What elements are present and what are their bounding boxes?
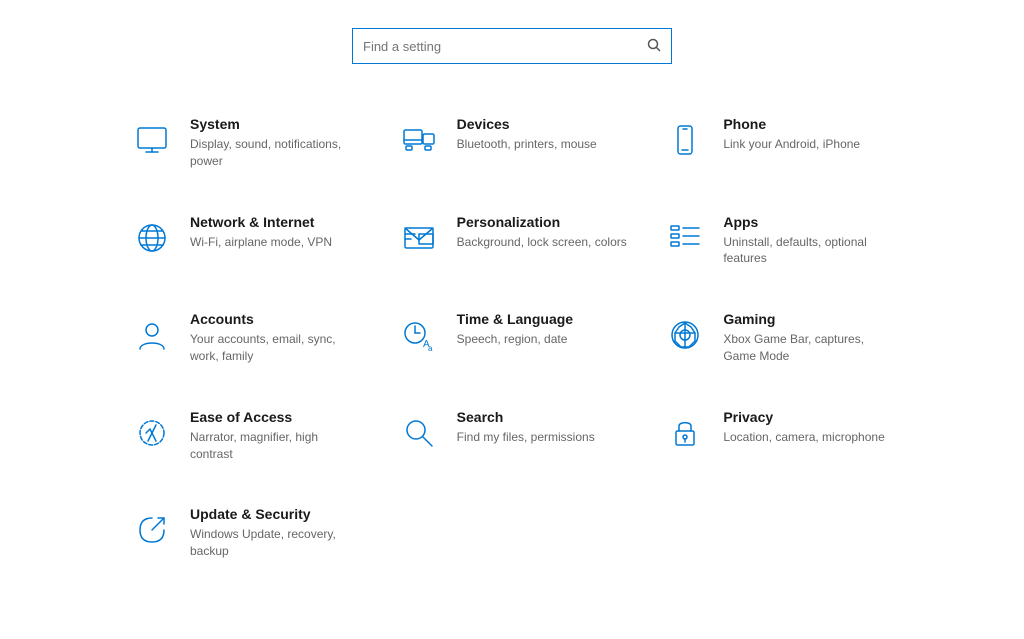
setting-item-gaming[interactable]: Gaming Xbox Game Bar, captures, Game Mod… bbox=[645, 291, 912, 389]
setting-item-privacy[interactable]: Privacy Location, camera, microphone bbox=[645, 389, 912, 487]
network-icon bbox=[128, 214, 176, 262]
search-setting-icon bbox=[395, 409, 443, 457]
search-bar-container bbox=[0, 0, 1024, 96]
setting-title-phone: Phone bbox=[723, 116, 860, 132]
apps-icon bbox=[661, 214, 709, 262]
search-bar[interactable] bbox=[352, 28, 672, 64]
search-icon bbox=[647, 38, 661, 55]
setting-desc-apps: Uninstall, defaults, optional features bbox=[723, 234, 896, 268]
setting-text-search: Search Find my files, permissions bbox=[457, 409, 595, 446]
setting-desc-system: Display, sound, notifications, power bbox=[190, 136, 363, 170]
setting-text-phone: Phone Link your Android, iPhone bbox=[723, 116, 860, 153]
setting-title-network: Network & Internet bbox=[190, 214, 332, 230]
setting-title-apps: Apps bbox=[723, 214, 896, 230]
setting-desc-devices: Bluetooth, printers, mouse bbox=[457, 136, 597, 153]
setting-item-system[interactable]: System Display, sound, notifications, po… bbox=[112, 96, 379, 194]
setting-text-ease-of-access: Ease of Access Narrator, magnifier, high… bbox=[190, 409, 363, 463]
system-icon bbox=[128, 116, 176, 164]
ease-of-access-icon bbox=[128, 409, 176, 457]
setting-text-system: System Display, sound, notifications, po… bbox=[190, 116, 363, 170]
setting-desc-personalization: Background, lock screen, colors bbox=[457, 234, 627, 251]
setting-item-network[interactable]: Network & Internet Wi-Fi, airplane mode,… bbox=[112, 194, 379, 292]
setting-text-privacy: Privacy Location, camera, microphone bbox=[723, 409, 884, 446]
setting-item-apps[interactable]: Apps Uninstall, defaults, optional featu… bbox=[645, 194, 912, 292]
setting-title-accounts: Accounts bbox=[190, 311, 363, 327]
setting-text-accounts: Accounts Your accounts, email, sync, wor… bbox=[190, 311, 363, 365]
setting-desc-search: Find my files, permissions bbox=[457, 429, 595, 446]
setting-title-ease-of-access: Ease of Access bbox=[190, 409, 363, 425]
setting-title-system: System bbox=[190, 116, 363, 132]
privacy-icon bbox=[661, 409, 709, 457]
setting-text-devices: Devices Bluetooth, printers, mouse bbox=[457, 116, 597, 153]
setting-desc-update-security: Windows Update, recovery, backup bbox=[190, 526, 363, 560]
setting-title-devices: Devices bbox=[457, 116, 597, 132]
setting-text-personalization: Personalization Background, lock screen,… bbox=[457, 214, 627, 251]
settings-grid: System Display, sound, notifications, po… bbox=[32, 96, 992, 584]
setting-item-update-security[interactable]: Update & Security Windows Update, recove… bbox=[112, 486, 379, 584]
update-security-icon bbox=[128, 506, 176, 554]
setting-text-time-language: Time & Language Speech, region, date bbox=[457, 311, 573, 348]
time-language-icon: A a bbox=[395, 311, 443, 359]
setting-desc-accounts: Your accounts, email, sync, work, family bbox=[190, 331, 363, 365]
setting-title-time-language: Time & Language bbox=[457, 311, 573, 327]
setting-title-personalization: Personalization bbox=[457, 214, 627, 230]
setting-item-ease-of-access[interactable]: Ease of Access Narrator, magnifier, high… bbox=[112, 389, 379, 487]
setting-title-gaming: Gaming bbox=[723, 311, 896, 327]
setting-item-accounts[interactable]: Accounts Your accounts, email, sync, wor… bbox=[112, 291, 379, 389]
setting-desc-privacy: Location, camera, microphone bbox=[723, 429, 884, 446]
setting-desc-phone: Link your Android, iPhone bbox=[723, 136, 860, 153]
setting-desc-gaming: Xbox Game Bar, captures, Game Mode bbox=[723, 331, 896, 365]
setting-desc-time-language: Speech, region, date bbox=[457, 331, 573, 348]
gaming-icon bbox=[661, 311, 709, 359]
devices-icon bbox=[395, 116, 443, 164]
setting-item-time-language[interactable]: A a Time & Language Speech, region, date bbox=[379, 291, 646, 389]
personalization-icon bbox=[395, 214, 443, 262]
setting-text-network: Network & Internet Wi-Fi, airplane mode,… bbox=[190, 214, 332, 251]
setting-text-gaming: Gaming Xbox Game Bar, captures, Game Mod… bbox=[723, 311, 896, 365]
setting-item-devices[interactable]: Devices Bluetooth, printers, mouse bbox=[379, 96, 646, 194]
setting-text-apps: Apps Uninstall, defaults, optional featu… bbox=[723, 214, 896, 268]
search-input[interactable] bbox=[363, 39, 647, 54]
setting-text-update-security: Update & Security Windows Update, recove… bbox=[190, 506, 363, 560]
phone-icon bbox=[661, 116, 709, 164]
setting-title-update-security: Update & Security bbox=[190, 506, 363, 522]
setting-item-personalization[interactable]: Personalization Background, lock screen,… bbox=[379, 194, 646, 292]
accounts-icon bbox=[128, 311, 176, 359]
setting-desc-network: Wi-Fi, airplane mode, VPN bbox=[190, 234, 332, 251]
svg-text:a: a bbox=[428, 344, 433, 353]
setting-title-search: Search bbox=[457, 409, 595, 425]
setting-item-phone[interactable]: Phone Link your Android, iPhone bbox=[645, 96, 912, 194]
setting-desc-ease-of-access: Narrator, magnifier, high contrast bbox=[190, 429, 363, 463]
setting-title-privacy: Privacy bbox=[723, 409, 884, 425]
setting-item-search[interactable]: Search Find my files, permissions bbox=[379, 389, 646, 487]
